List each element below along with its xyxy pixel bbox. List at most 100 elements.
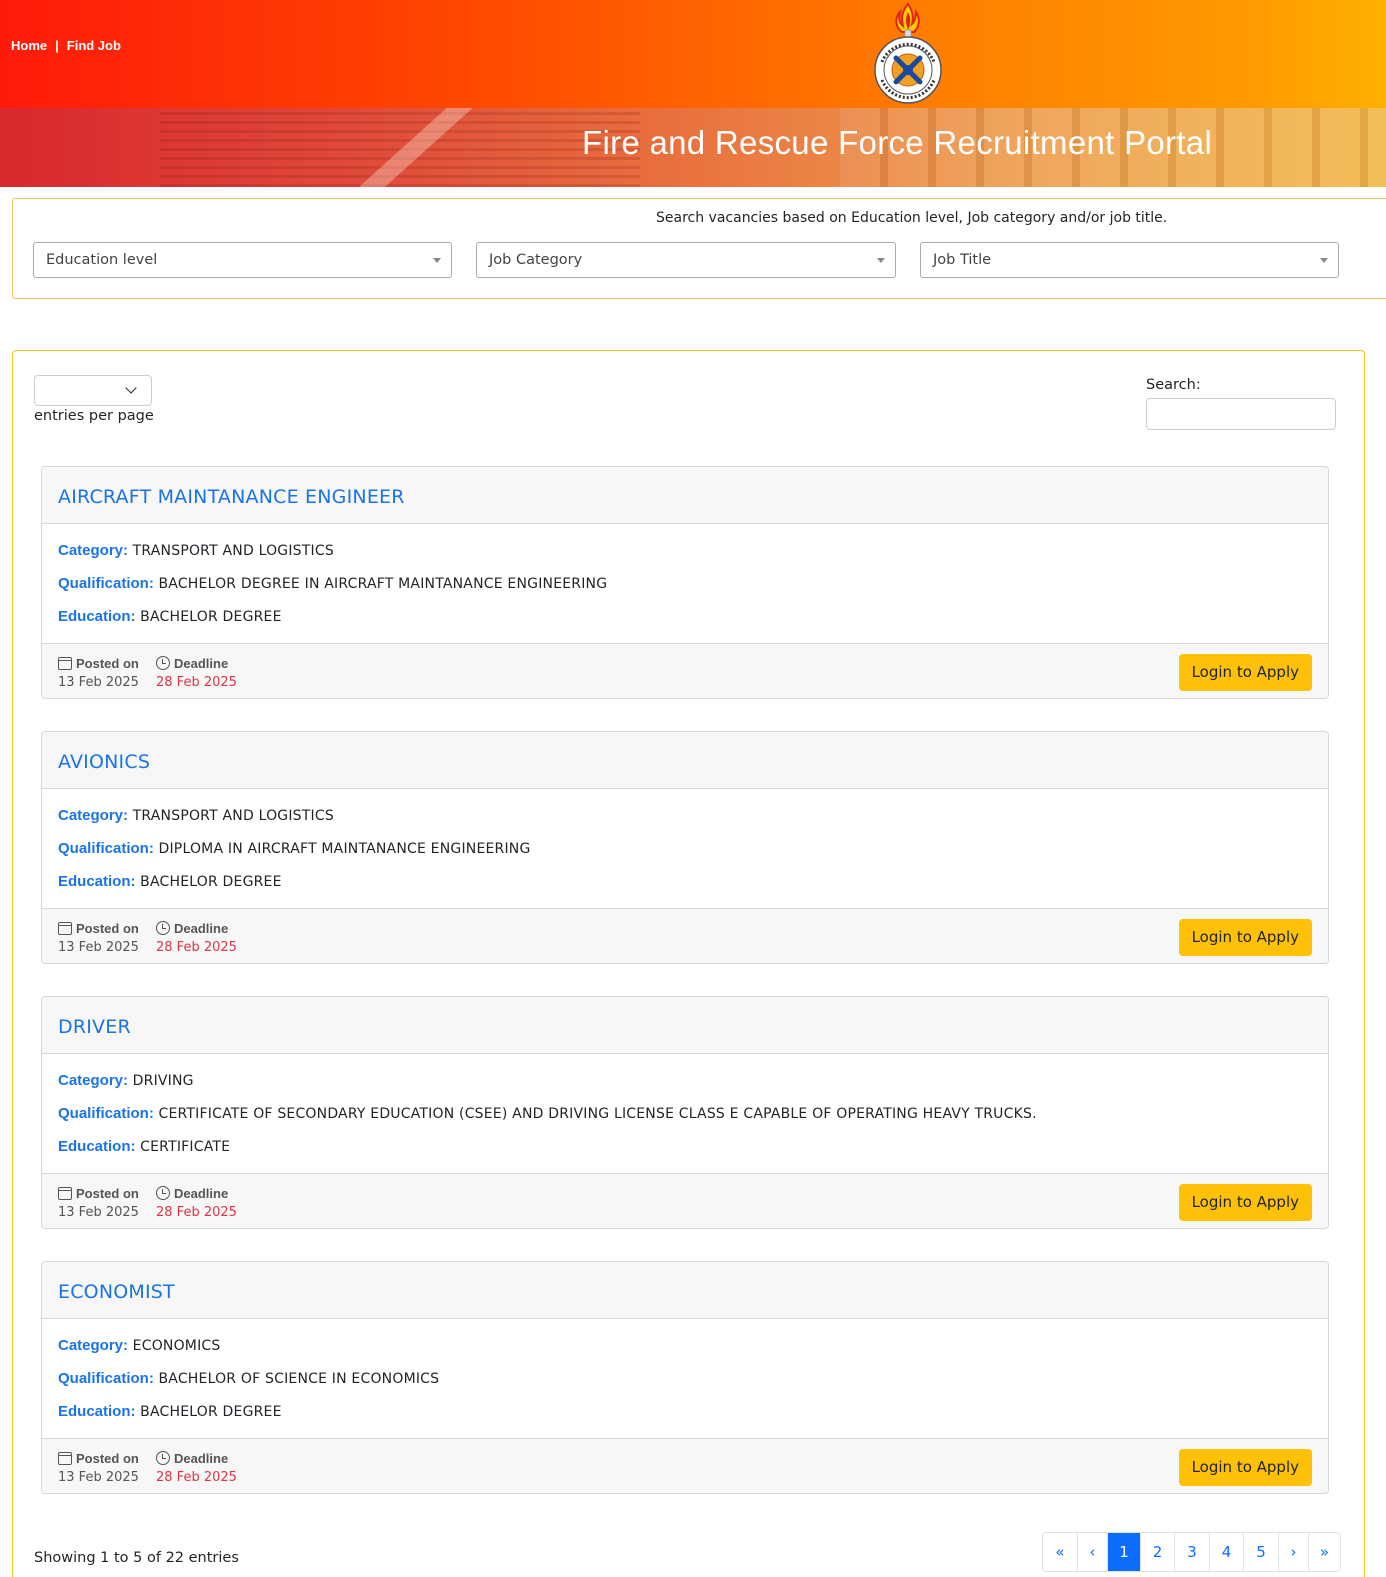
job-title[interactable]: AVIONICS xyxy=(58,751,1312,773)
search-label: Search: xyxy=(1146,377,1201,393)
search-input[interactable] xyxy=(1146,398,1336,430)
posted-on-meta: Posted on 13 Feb 2025 xyxy=(58,919,139,955)
job-category-select-value: Job Category xyxy=(489,252,583,268)
posted-on-meta: Posted on 13 Feb 2025 xyxy=(58,1184,139,1220)
login-to-apply-button[interactable]: Login to Apply xyxy=(1178,1449,1312,1486)
entries-per-page-select[interactable] xyxy=(34,375,152,406)
posted-on-label: Posted on xyxy=(76,655,139,671)
job-education-row: Education: BACHELOR DEGREE xyxy=(58,873,1312,906)
education-label: Education: xyxy=(58,1138,136,1155)
deadline-label: Deadline xyxy=(174,655,229,671)
job-education-value: BACHELOR DEGREE xyxy=(140,874,282,890)
deadline-label: Deadline xyxy=(174,1450,229,1466)
job-category-row: Category: TRANSPORT AND LOGISTICS xyxy=(58,542,1312,575)
job-qualification-value: BACHELOR DEGREE IN AIRCRAFT MAINTANANCE … xyxy=(158,576,608,592)
deadline-date: 28 Feb 2025 xyxy=(156,940,237,955)
category-label: Category: xyxy=(58,1337,129,1354)
job-qualification-row: Qualification: CERTIFICATE OF SECONDARY … xyxy=(58,1105,1312,1138)
nav-find-job-link[interactable]: Find Job xyxy=(67,38,121,53)
posted-on-date: 13 Feb 2025 xyxy=(58,1205,139,1220)
job-category-value: DRIVING xyxy=(132,1073,194,1089)
job-category-value: TRANSPORT AND LOGISTICS xyxy=(132,543,334,559)
qualification-label: Qualification: xyxy=(58,1105,154,1122)
pagination-page-5[interactable]: 5 xyxy=(1243,1533,1278,1571)
deadline-meta: Deadline 28 Feb 2025 xyxy=(156,1449,237,1485)
education-level-select[interactable]: Education level xyxy=(33,242,452,278)
pagination-prev[interactable]: ‹ xyxy=(1077,1533,1107,1571)
job-card-footer: Posted on 13 Feb 2025 Deadline 28 Feb 20… xyxy=(42,1438,1328,1493)
posted-on-heading: Posted on xyxy=(58,1184,139,1202)
category-label: Category: xyxy=(58,1072,129,1089)
posted-on-date: 13 Feb 2025 xyxy=(58,675,139,690)
filter-panel: Search vacancies based on Education leve… xyxy=(12,198,1386,299)
job-card-body: Category: DRIVING Qualification: CERTIFI… xyxy=(42,1054,1328,1173)
calendar-icon xyxy=(58,1186,72,1200)
calendar-icon xyxy=(58,1451,72,1465)
dropdown-caret-icon xyxy=(433,258,441,263)
job-education-value: BACHELOR DEGREE xyxy=(140,609,282,625)
job-qualification-value: BACHELOR OF SCIENCE IN ECONOMICS xyxy=(158,1371,440,1387)
deadline-date: 28 Feb 2025 xyxy=(156,1470,237,1485)
job-title[interactable]: ECONOMIST xyxy=(58,1281,1312,1303)
showing-entries-text: Showing 1 to 5 of 22 entries xyxy=(34,1550,239,1566)
dropdown-caret-icon xyxy=(877,258,885,263)
job-card-header: AVIONICS xyxy=(42,732,1328,789)
page-title: Fire and Rescue Force Recruitment Portal xyxy=(582,124,1213,161)
job-education-value: CERTIFICATE xyxy=(140,1139,231,1155)
job-category-row: Category: TRANSPORT AND LOGISTICS xyxy=(58,807,1312,840)
job-card: DRIVER Category: DRIVING Qualification: … xyxy=(41,996,1329,1229)
calendar-icon xyxy=(58,921,72,935)
job-title[interactable]: AIRCRAFT MAINTANANCE ENGINEER xyxy=(58,486,1312,508)
pagination-last[interactable]: » xyxy=(1308,1533,1340,1571)
job-card-body: Category: TRANSPORT AND LOGISTICS Qualif… xyxy=(42,789,1328,908)
job-title[interactable]: DRIVER xyxy=(58,1016,1312,1038)
posted-on-heading: Posted on xyxy=(58,919,139,937)
job-qualification-value: DIPLOMA IN AIRCRAFT MAINTANANCE ENGINEER… xyxy=(158,841,531,857)
job-card-footer: Posted on 13 Feb 2025 Deadline 28 Feb 20… xyxy=(42,1173,1328,1228)
login-to-apply-button[interactable]: Login to Apply xyxy=(1178,919,1312,956)
pagination-page-1[interactable]: 1 xyxy=(1107,1533,1140,1571)
education-label: Education: xyxy=(58,608,136,625)
posted-on-label: Posted on xyxy=(76,1185,139,1201)
nav-home-link[interactable]: Home xyxy=(11,38,47,53)
posted-on-label: Posted on xyxy=(76,1450,139,1466)
job-category-select[interactable]: Job Category xyxy=(476,242,896,278)
login-to-apply-button[interactable]: Login to Apply xyxy=(1178,654,1312,691)
job-title-select[interactable]: Job Title xyxy=(920,242,1339,278)
job-qualification-row: Qualification: DIPLOMA IN AIRCRAFT MAINT… xyxy=(58,840,1312,873)
category-label: Category: xyxy=(58,807,129,824)
deadline-heading: Deadline xyxy=(156,1449,237,1467)
deadline-label: Deadline xyxy=(174,1185,229,1201)
job-education-row: Education: BACHELOR DEGREE xyxy=(58,608,1312,641)
pagination-next[interactable]: › xyxy=(1278,1533,1308,1571)
job-card: ECONOMIST Category: ECONOMICS Qualificat… xyxy=(41,1261,1329,1494)
qualification-label: Qualification: xyxy=(58,840,154,857)
job-qualification-row: Qualification: BACHELOR OF SCIENCE IN EC… xyxy=(58,1370,1312,1403)
deadline-meta: Deadline 28 Feb 2025 xyxy=(156,1184,237,1220)
job-card-header: ECONOMIST xyxy=(42,1262,1328,1319)
pagination-page-3[interactable]: 3 xyxy=(1174,1533,1209,1571)
pagination-first[interactable]: « xyxy=(1043,1533,1077,1571)
job-education-row: Education: BACHELOR DEGREE xyxy=(58,1403,1312,1436)
clock-icon xyxy=(156,656,170,670)
education-label: Education: xyxy=(58,873,136,890)
job-qualification-row: Qualification: BACHELOR DEGREE IN AIRCRA… xyxy=(58,575,1312,608)
clock-icon xyxy=(156,921,170,935)
login-to-apply-button[interactable]: Login to Apply xyxy=(1178,1184,1312,1221)
pagination-page-4[interactable]: 4 xyxy=(1209,1533,1243,1571)
deadline-heading: Deadline xyxy=(156,919,237,937)
deadline-date: 28 Feb 2025 xyxy=(156,1205,237,1220)
qualification-label: Qualification: xyxy=(58,575,154,592)
posted-on-meta: Posted on 13 Feb 2025 xyxy=(58,1449,139,1485)
job-card-header: DRIVER xyxy=(42,997,1328,1054)
clock-icon xyxy=(156,1186,170,1200)
pagination-page-2[interactable]: 2 xyxy=(1140,1533,1174,1571)
vacancy-list-panel: entries per page Search: AIRCRAFT MAINTA… xyxy=(12,350,1365,1577)
chevron-down-icon xyxy=(125,382,137,394)
education-label: Education: xyxy=(58,1403,136,1420)
job-card-footer: Posted on 13 Feb 2025 Deadline 28 Feb 20… xyxy=(42,643,1328,698)
deadline-label: Deadline xyxy=(174,920,229,936)
job-category-row: Category: DRIVING xyxy=(58,1072,1312,1105)
posted-on-heading: Posted on xyxy=(58,1449,139,1467)
pagination: « ‹ 1 2 3 4 5 › » xyxy=(1042,1532,1341,1572)
